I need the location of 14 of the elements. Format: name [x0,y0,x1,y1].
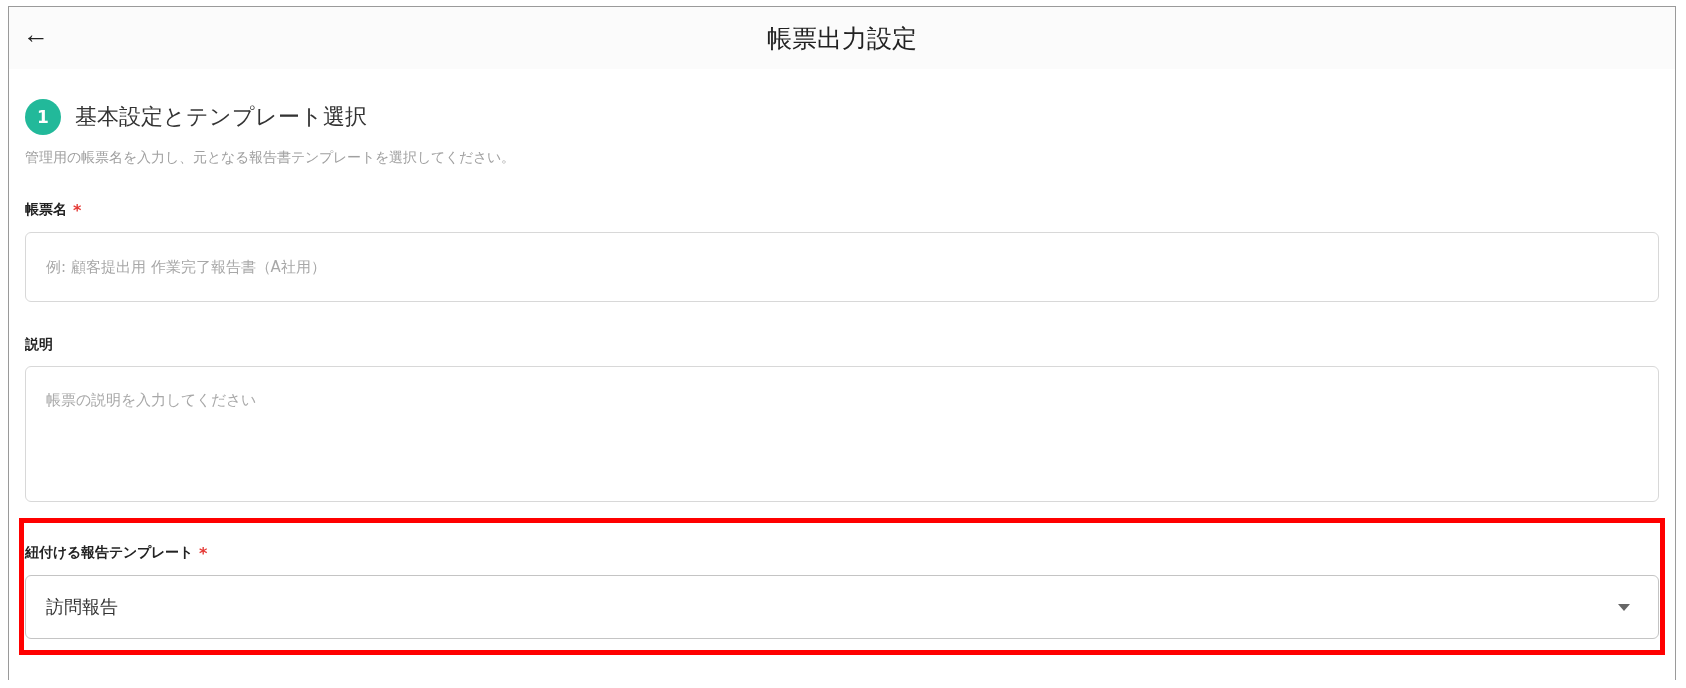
page-title: 帳票出力設定 [767,22,917,55]
field-label: 紐付ける報告テンプレート [25,544,193,562]
input-field[interactable]: 例: 顧客提出用 作業完了報告書（A社用） [25,232,1659,302]
required-mark: * [199,544,208,563]
step-badge: 1 [25,99,61,135]
back-button[interactable]: ← [17,21,55,47]
field-label: 帳票名 [25,201,67,219]
section-description: 管理用の帳票名を入力し、元となる報告書テンプレートを選択してください。 [25,149,516,167]
description-field[interactable]: 帳票の説明を入力してください [25,366,1659,502]
required-mark: * [73,201,82,220]
caret-icon [1618,603,1630,611]
field-label: 説明 [25,336,53,354]
template-dropdown[interactable]: 訪問報告 [25,575,1659,639]
section-title: 基本設定とテンプレート選択 [75,103,367,131]
